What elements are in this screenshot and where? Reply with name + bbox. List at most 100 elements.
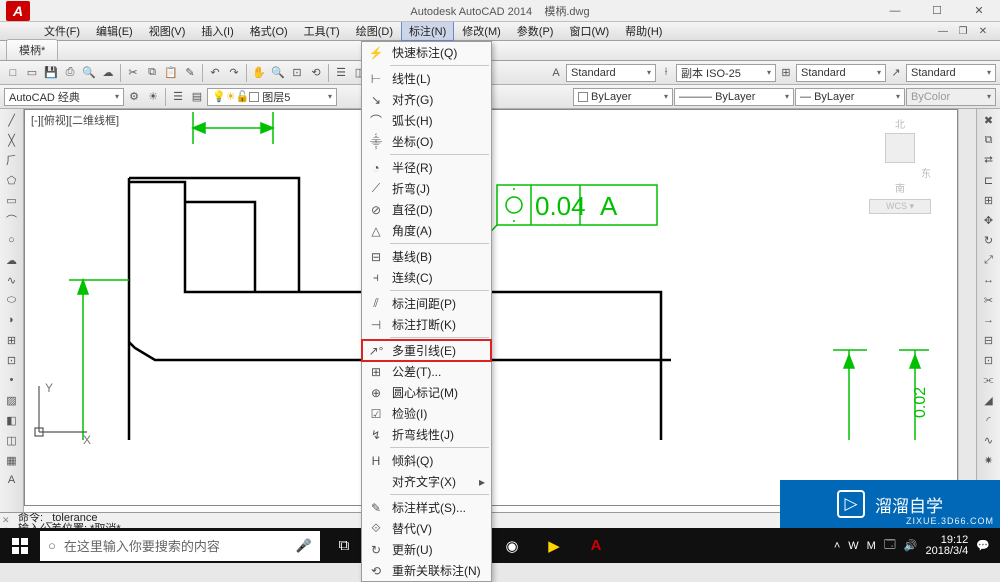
menu-item-快速标注Q[interactable]: ⚡快速标注(Q)	[362, 42, 491, 63]
break-icon[interactable]: ⊡	[979, 351, 999, 369]
hatch-icon[interactable]: ▨	[2, 391, 22, 409]
paste-icon[interactable]: 📋	[162, 64, 180, 82]
workspace-save-icon[interactable]: ☀	[144, 88, 162, 106]
menu-item-重新关联标注N[interactable]: ⟲重新关联标注(N)	[362, 560, 491, 581]
menu-item-基线B[interactable]: ⊟基线(B)	[362, 246, 491, 267]
mdi-close-button[interactable]: ✕	[974, 23, 992, 39]
menu-item-倾斜Q[interactable]: H倾斜(Q)	[362, 450, 491, 471]
dim-style-icon[interactable]: ⟊	[657, 64, 675, 82]
menu-item-弧长H[interactable]: ⌒弧长(H)	[362, 110, 491, 131]
erase-icon[interactable]: ✖	[979, 111, 999, 129]
table-style-icon[interactable]: ⊞	[777, 64, 795, 82]
break-point-icon[interactable]: ⊟	[979, 331, 999, 349]
trim-icon[interactable]: ✂	[979, 291, 999, 309]
menu-item-半径R[interactable]: ◔半径(R)	[362, 157, 491, 178]
viewcube-wcs[interactable]: WCS ▾	[869, 199, 931, 214]
rotate-icon[interactable]: ↻	[979, 231, 999, 249]
menu-item-标注打断K[interactable]: ⊣标注打断(K)	[362, 314, 491, 335]
print-icon[interactable]: ⎙	[61, 64, 79, 82]
menu-file[interactable]: 文件(F)	[36, 21, 88, 41]
menu-help[interactable]: 帮助(H)	[617, 21, 670, 41]
text-style-combo[interactable]: Standard▾	[566, 64, 656, 82]
potplayer-icon[interactable]: ▶	[534, 528, 574, 563]
menu-view[interactable]: 视图(V)	[141, 21, 194, 41]
workspace-settings-icon[interactable]: ⚙	[125, 88, 143, 106]
tray-notifications-icon[interactable]: 💬	[976, 539, 990, 552]
menu-item-对齐文字X[interactable]: 对齐文字(X)▸	[362, 471, 491, 492]
app-logo-icon[interactable]: A	[6, 1, 30, 21]
copy-obj-icon[interactable]: ⧉	[979, 131, 999, 149]
menu-item-检验I[interactable]: ☑检验(I)	[362, 403, 491, 424]
properties-icon[interactable]: ☰	[332, 64, 350, 82]
menu-item-多重引线E[interactable]: ↗°多重引线(E)	[362, 340, 491, 361]
menu-item-标注样式S[interactable]: ✎标注样式(S)...	[362, 497, 491, 518]
minimize-button[interactable]: —	[874, 0, 916, 22]
extend-icon[interactable]: →	[979, 311, 999, 329]
mdi-restore-button[interactable]: ❐	[954, 23, 972, 39]
circle-icon[interactable]: ○	[2, 231, 22, 249]
taskbar-search[interactable]: ○ 在这里输入你要搜索的内容 🎤	[40, 531, 320, 561]
polygon-icon[interactable]: ⬠	[2, 171, 22, 189]
close-button[interactable]: ✕	[958, 0, 1000, 22]
menu-item-连续C[interactable]: ⫞连续(C)	[362, 267, 491, 288]
menu-item-折弯线性J[interactable]: ↯折弯线性(J)	[362, 424, 491, 445]
menu-item-更新U[interactable]: ↻更新(U)	[362, 539, 491, 560]
copy-icon[interactable]: ⧉	[143, 64, 161, 82]
tray-up-icon[interactable]: ˄	[834, 540, 840, 552]
menu-modify[interactable]: 修改(M)	[454, 21, 509, 41]
ellipse-icon[interactable]: ⬭	[2, 291, 22, 309]
insert-block-icon[interactable]: ⊞	[2, 331, 22, 349]
menu-item-线性L[interactable]: ⊢线性(L)	[362, 68, 491, 89]
pan-icon[interactable]: ✋	[250, 64, 268, 82]
spline-icon[interactable]: ∿	[2, 271, 22, 289]
explode-icon[interactable]: ✷	[979, 451, 999, 469]
zoom-prev-icon[interactable]: ⟲	[307, 64, 325, 82]
redo-icon[interactable]: ↷	[225, 64, 243, 82]
menu-item-公差T[interactable]: ⊞公差(T)...	[362, 361, 491, 382]
menu-window[interactable]: 窗口(W)	[561, 21, 617, 41]
preview-icon[interactable]: 🔍	[80, 64, 98, 82]
cut-icon[interactable]: ✂	[124, 64, 142, 82]
match-icon[interactable]: ✎	[181, 64, 199, 82]
scrollbar-vertical[interactable]	[958, 109, 976, 506]
save-icon[interactable]: 💾	[42, 64, 60, 82]
chamfer-icon[interactable]: ◢	[979, 391, 999, 409]
document-tab[interactable]: 模柄*	[6, 39, 58, 60]
chrome-icon[interactable]: ◉	[492, 528, 532, 563]
color-combo[interactable]: ByLayer▾	[573, 88, 673, 106]
start-button[interactable]	[0, 528, 40, 563]
gradient-icon[interactable]: ◧	[2, 411, 22, 429]
menu-item-直径D[interactable]: ⊘直径(D)	[362, 199, 491, 220]
xline-icon[interactable]: ╳	[2, 131, 22, 149]
region-icon[interactable]: ◫	[2, 431, 22, 449]
blend-icon[interactable]: ∿	[979, 431, 999, 449]
mic-icon[interactable]: 🎤	[296, 538, 312, 554]
point-icon[interactable]: •	[2, 371, 22, 389]
array-icon[interactable]: ⊞	[979, 191, 999, 209]
tray-word-icon[interactable]: W	[848, 540, 858, 552]
publish-icon[interactable]: ☁	[99, 64, 117, 82]
move-icon[interactable]: ✥	[979, 211, 999, 229]
menu-item-角度A[interactable]: △角度(A)	[362, 220, 491, 241]
tray-volume-icon[interactable]: 🔊	[904, 539, 918, 552]
zoom-window-icon[interactable]: ⊡	[288, 64, 306, 82]
viewcube[interactable]: 北 东 南 WCS ▾	[869, 116, 931, 214]
dim-style-combo[interactable]: 副本 ISO-25▾	[676, 64, 776, 82]
tray-time[interactable]: 19:12	[925, 535, 968, 546]
menu-item-对齐G[interactable]: ↘对齐(G)	[362, 89, 491, 110]
mirror-icon[interactable]: ⮂	[979, 151, 999, 169]
layer-manager-icon[interactable]: ☰	[169, 88, 187, 106]
mleader-style-combo[interactable]: Standard▾	[906, 64, 996, 82]
menu-parametric[interactable]: 参数(P)	[509, 21, 562, 41]
viewcube-face[interactable]	[885, 133, 915, 163]
menu-draw[interactable]: 绘图(D)	[348, 21, 401, 41]
undo-icon[interactable]: ↶	[206, 64, 224, 82]
new-icon[interactable]: □	[4, 64, 22, 82]
menu-item-折弯J[interactable]: ⟋折弯(J)	[362, 178, 491, 199]
arc-icon[interactable]: ⌒	[2, 211, 22, 229]
scale-icon[interactable]: ⤢	[979, 251, 999, 269]
menu-dimension[interactable]: 标注(N)	[401, 21, 454, 41]
layer-states-icon[interactable]: ▤	[188, 88, 206, 106]
make-block-icon[interactable]: ⊡	[2, 351, 22, 369]
text-style-icon[interactable]: A	[547, 64, 565, 82]
